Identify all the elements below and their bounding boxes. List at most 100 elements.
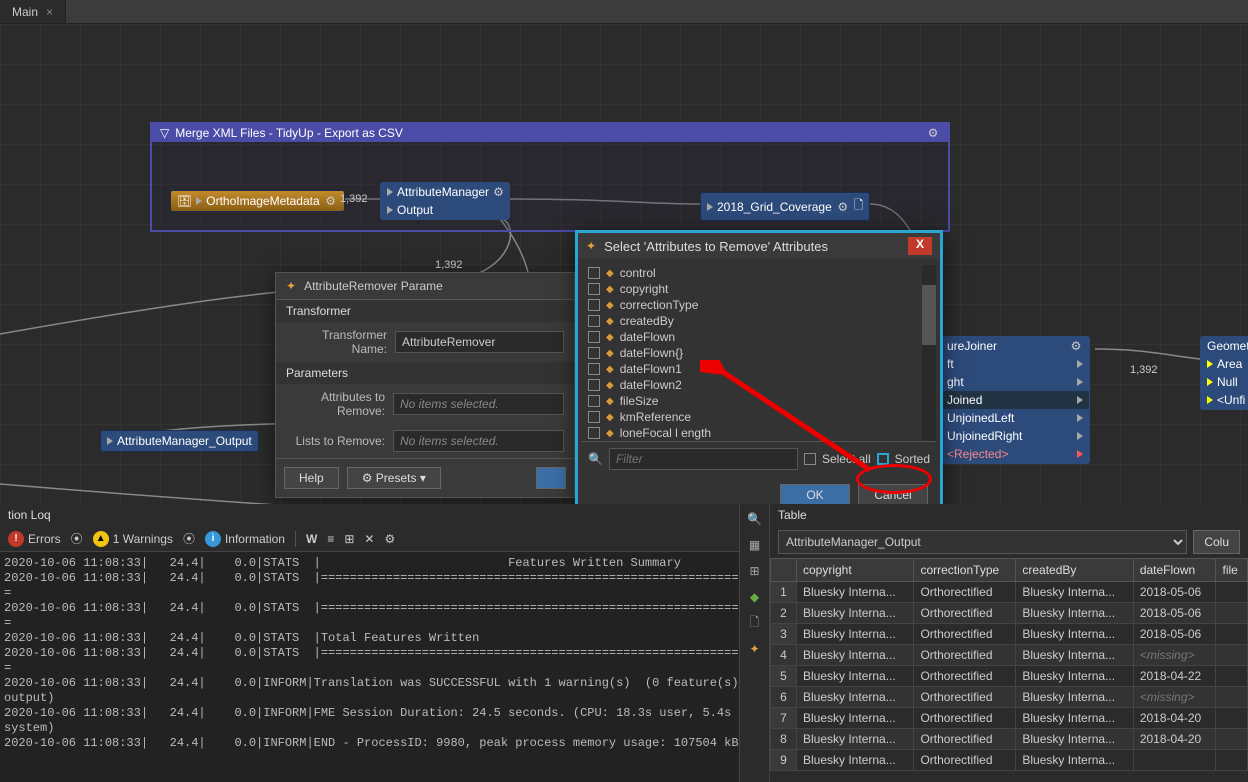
gear-icon[interactable]: ⚙ [493, 185, 504, 199]
expand-icon[interactable] [387, 188, 393, 196]
cell[interactable] [1216, 750, 1248, 771]
expand-icon[interactable] [196, 197, 202, 205]
errors-filter[interactable]: !Errors [8, 531, 61, 547]
select-all-checkbox[interactable] [804, 453, 816, 465]
grid-icon[interactable]: ⊞ [746, 562, 764, 580]
checkbox[interactable] [588, 331, 600, 343]
attributeremover-dialog[interactable]: ✦ AttributeRemover Parame Transformer Tr… [275, 272, 575, 498]
attribute-item[interactable]: ◆dateFlown1 [582, 361, 936, 377]
cell[interactable]: 2018-04-22 [1133, 666, 1216, 687]
tool-icon[interactable]: W [306, 532, 317, 546]
cell[interactable] [1216, 624, 1248, 645]
row-number[interactable]: 3 [771, 624, 797, 645]
expand-icon[interactable] [707, 203, 713, 211]
row-number[interactable]: 2 [771, 603, 797, 624]
cell[interactable] [1216, 603, 1248, 624]
attribute-list[interactable]: ◆control◆copyright◆correctionType◆create… [582, 265, 936, 441]
cell[interactable]: Bluesky Interna... [797, 729, 914, 750]
port-out-icon[interactable] [1077, 396, 1083, 404]
warnings-filter[interactable]: ▲1 Warnings [93, 531, 173, 547]
cell[interactable]: Orthorectified [914, 687, 1016, 708]
collapse-icon[interactable]: ▽ [160, 126, 169, 140]
attrs-to-remove-input[interactable] [393, 393, 564, 415]
expand-icon[interactable] [107, 437, 113, 445]
cell[interactable]: <missing> [1133, 645, 1216, 666]
cell[interactable]: Orthorectified [914, 708, 1016, 729]
checkbox[interactable] [588, 395, 600, 407]
info-filter[interactable]: iInformation [205, 531, 285, 547]
geometry-node[interactable]: Geometry Area Null <Unfi [1200, 336, 1248, 410]
row-number[interactable]: 8 [771, 729, 797, 750]
cell[interactable] [1216, 582, 1248, 603]
checkbox[interactable] [588, 283, 600, 295]
row-number[interactable]: 5 [771, 666, 797, 687]
attribute-item[interactable]: ◆dateFlown{} [582, 345, 936, 361]
presets-button[interactable]: ⚙ Presets ▾ [347, 467, 441, 489]
row-number[interactable]: 6 [771, 687, 797, 708]
tool-icon[interactable]: 🗋 [746, 614, 764, 632]
grid-reader-node[interactable]: 2018_Grid_Coverage ⚙ 🗋 [700, 192, 870, 221]
cell[interactable]: Bluesky Interna... [1016, 624, 1133, 645]
cell[interactable]: Bluesky Interna... [797, 645, 914, 666]
tab-main[interactable]: Main × [0, 0, 66, 23]
cell[interactable]: Bluesky Interna... [1016, 582, 1133, 603]
tool-icon[interactable]: ⊞ [344, 532, 354, 546]
gear-icon[interactable]: ⚙ [1069, 339, 1083, 353]
attribute-item[interactable]: ◆copyright [582, 281, 936, 297]
port-out-icon[interactable] [1077, 450, 1083, 458]
help-button[interactable]: Help [284, 467, 339, 489]
checkbox[interactable] [588, 267, 600, 279]
featurejoiner-node[interactable]: ureJoiner⚙ ft ght Joined UnjoinedLeft Un… [940, 336, 1090, 464]
columns-button[interactable]: Colu [1193, 530, 1240, 554]
cell[interactable]: 2018-05-06 [1133, 603, 1216, 624]
cell[interactable]: Bluesky Interna... [797, 750, 914, 771]
cell[interactable]: Bluesky Interna... [1016, 729, 1133, 750]
transformer-name-input[interactable] [395, 331, 564, 353]
column-header[interactable]: createdBy [1016, 559, 1133, 582]
checkbox[interactable] [588, 411, 600, 423]
cell[interactable]: Orthorectified [914, 582, 1016, 603]
cell[interactable] [1216, 687, 1248, 708]
filter-input[interactable] [609, 448, 798, 470]
column-header[interactable]: dateFlown [1133, 559, 1216, 582]
port-out-icon[interactable] [1077, 414, 1083, 422]
cell[interactable] [1216, 708, 1248, 729]
dialog-titlebar[interactable]: ✦ Select 'Attributes to Remove' Attribut… [578, 233, 940, 259]
table-row[interactable]: 6Bluesky Interna...OrthorectifiedBluesky… [771, 687, 1248, 708]
table-row[interactable]: 2Bluesky Interna...OrthorectifiedBluesky… [771, 603, 1248, 624]
log-text[interactable]: 2020-10-06 11:08:33| 24.4| 0.0|STATS | F… [0, 552, 739, 782]
tool-icon[interactable]: ≡ [327, 532, 334, 546]
cell[interactable]: Bluesky Interna... [1016, 666, 1133, 687]
table-row[interactable]: 4Bluesky Interna...OrthorectifiedBluesky… [771, 645, 1248, 666]
port-icon[interactable] [1207, 378, 1213, 386]
table-row[interactable]: 8Bluesky Interna...OrthorectifiedBluesky… [771, 729, 1248, 750]
close-icon[interactable]: × [46, 5, 53, 19]
search-icon[interactable]: 🔍 [746, 510, 764, 528]
cell[interactable]: Bluesky Interna... [1016, 603, 1133, 624]
ok-button-clipped[interactable] [536, 467, 566, 489]
lists-to-remove-input[interactable] [393, 430, 564, 452]
attribute-item[interactable]: ◆fileSize [582, 393, 936, 409]
cell[interactable] [1216, 645, 1248, 666]
attribute-item[interactable]: ◆kmReference [582, 409, 936, 425]
cell[interactable]: Orthorectified [914, 603, 1016, 624]
cell[interactable]: 2018-05-06 [1133, 624, 1216, 645]
cell[interactable]: Orthorectified [914, 750, 1016, 771]
cell[interactable]: Bluesky Interna... [797, 624, 914, 645]
table-row[interactable]: 1Bluesky Interna...OrthorectifiedBluesky… [771, 582, 1248, 603]
data-table[interactable]: copyrightcorrectionTypecreatedBydateFlow… [770, 558, 1248, 771]
port-out-icon[interactable] [1077, 378, 1083, 386]
port-icon[interactable] [1207, 360, 1213, 368]
row-number[interactable]: 4 [771, 645, 797, 666]
close-button[interactable]: X [908, 237, 932, 255]
prev-icon[interactable]: ⦿ [71, 530, 83, 547]
attribute-item[interactable]: ◆dateFlown2 [582, 377, 936, 393]
gear-icon[interactable]: ⚙ [926, 126, 940, 140]
cell[interactable] [1216, 729, 1248, 750]
port-out-icon[interactable] [1077, 360, 1083, 368]
view-icon[interactable]: ▦ [746, 536, 764, 554]
cell[interactable]: Bluesky Interna... [1016, 750, 1133, 771]
table-row[interactable]: 9Bluesky Interna...OrthorectifiedBluesky… [771, 750, 1248, 771]
attribute-item[interactable]: ◆correctionType [582, 297, 936, 313]
cell[interactable]: Orthorectified [914, 666, 1016, 687]
